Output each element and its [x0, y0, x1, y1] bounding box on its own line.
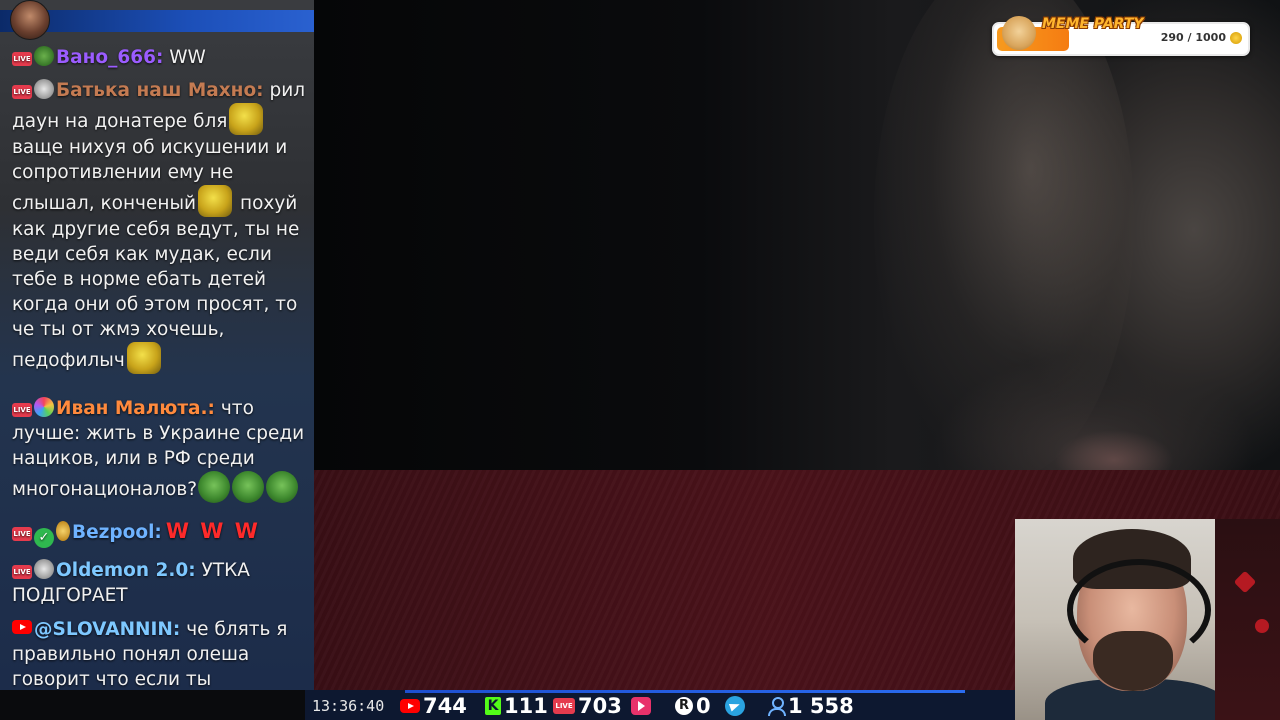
chat-message: LIVE Батька наш Махно: рил даун на донате…	[12, 78, 307, 374]
chat-username[interactable]: Иван Малюта.:	[56, 398, 215, 419]
headphones-icon	[1067, 559, 1211, 661]
stats-accent-line	[405, 690, 965, 693]
chat-message: LIVE Иван Малюта.: что лучше: жить в Укра…	[12, 396, 307, 503]
live-icon: LIVE	[553, 698, 575, 714]
emote-icon	[198, 185, 233, 217]
kick-icon: K	[485, 697, 501, 715]
stats-bar: 13:36:40 744 K 111 LIVE 703 R0 1 558	[305, 690, 1015, 720]
side-decoration	[1215, 519, 1280, 720]
user-icon	[767, 696, 786, 716]
badge-icon	[34, 559, 54, 579]
chat-message: @SLOVANNIN: че блять я правильно понял о…	[12, 617, 307, 690]
live-icon: LIVE	[12, 52, 32, 66]
chat-text: W W W	[165, 519, 260, 543]
meme-party-widget: MEME PARTY 290 / 1000	[992, 16, 1250, 56]
total-viewers: 1 558	[767, 694, 854, 718]
chat-panel: LIVE Вано_666: WW LIVE Батька наш Махно: р…	[0, 0, 314, 690]
telegram[interactable]	[725, 694, 748, 718]
live-viewers: LIVE 703	[553, 694, 622, 718]
r-icon: R	[675, 697, 693, 715]
live-icon: LIVE	[12, 565, 32, 579]
telegram-icon	[725, 696, 745, 716]
live-icon: LIVE	[12, 527, 32, 541]
youtube-icon	[400, 699, 420, 713]
webcam-feed	[1015, 519, 1215, 720]
doge-icon	[1002, 16, 1036, 50]
chat-message: LIVE Вано_666: WW	[12, 45, 307, 70]
play-viewers	[631, 694, 654, 718]
chat-username[interactable]: Oldemon 2.0:	[56, 560, 196, 581]
meme-party-count: 290 / 1000	[1160, 31, 1226, 44]
play-icon	[631, 697, 651, 715]
r-viewers: R0	[675, 694, 711, 718]
chat-username[interactable]: Батька наш Махно:	[56, 80, 264, 101]
chat-username[interactable]: @SLOVANNIN:	[34, 619, 180, 640]
clock: 13:36:40	[312, 697, 385, 715]
key-icon	[56, 521, 70, 541]
check-icon: ✓	[34, 528, 54, 548]
avatar	[10, 0, 50, 40]
chat-message: LIVE ✓ Bezpool: W W W	[12, 519, 307, 548]
live-icon: LIVE	[12, 403, 32, 417]
badge-icon	[34, 397, 54, 417]
badge-icon	[34, 46, 54, 66]
youtube-viewers: 744	[400, 694, 467, 718]
chat-username[interactable]: Вано_666:	[56, 47, 163, 68]
chat-message: LIVE Oldemon 2.0: УТКА ПОДГОРАЕТ	[12, 558, 307, 608]
emote-icon	[126, 342, 161, 374]
frog-emote-icon	[232, 471, 265, 503]
chat-username[interactable]: Bezpool:	[72, 522, 162, 543]
coin-icon	[1230, 32, 1242, 44]
video-player[interactable]	[314, 0, 1280, 545]
frog-emote-icon	[266, 471, 299, 503]
meme-party-title: MEME PARTY	[1042, 16, 1144, 32]
video-frame-face	[874, 0, 1134, 480]
kick-viewers: K 111	[485, 694, 548, 718]
youtube-icon	[12, 620, 32, 634]
badge-icon	[34, 79, 54, 99]
frog-emote-icon	[198, 471, 231, 503]
live-icon: LIVE	[12, 85, 32, 99]
emote-icon	[229, 103, 264, 135]
chat-text: WW	[169, 47, 206, 68]
